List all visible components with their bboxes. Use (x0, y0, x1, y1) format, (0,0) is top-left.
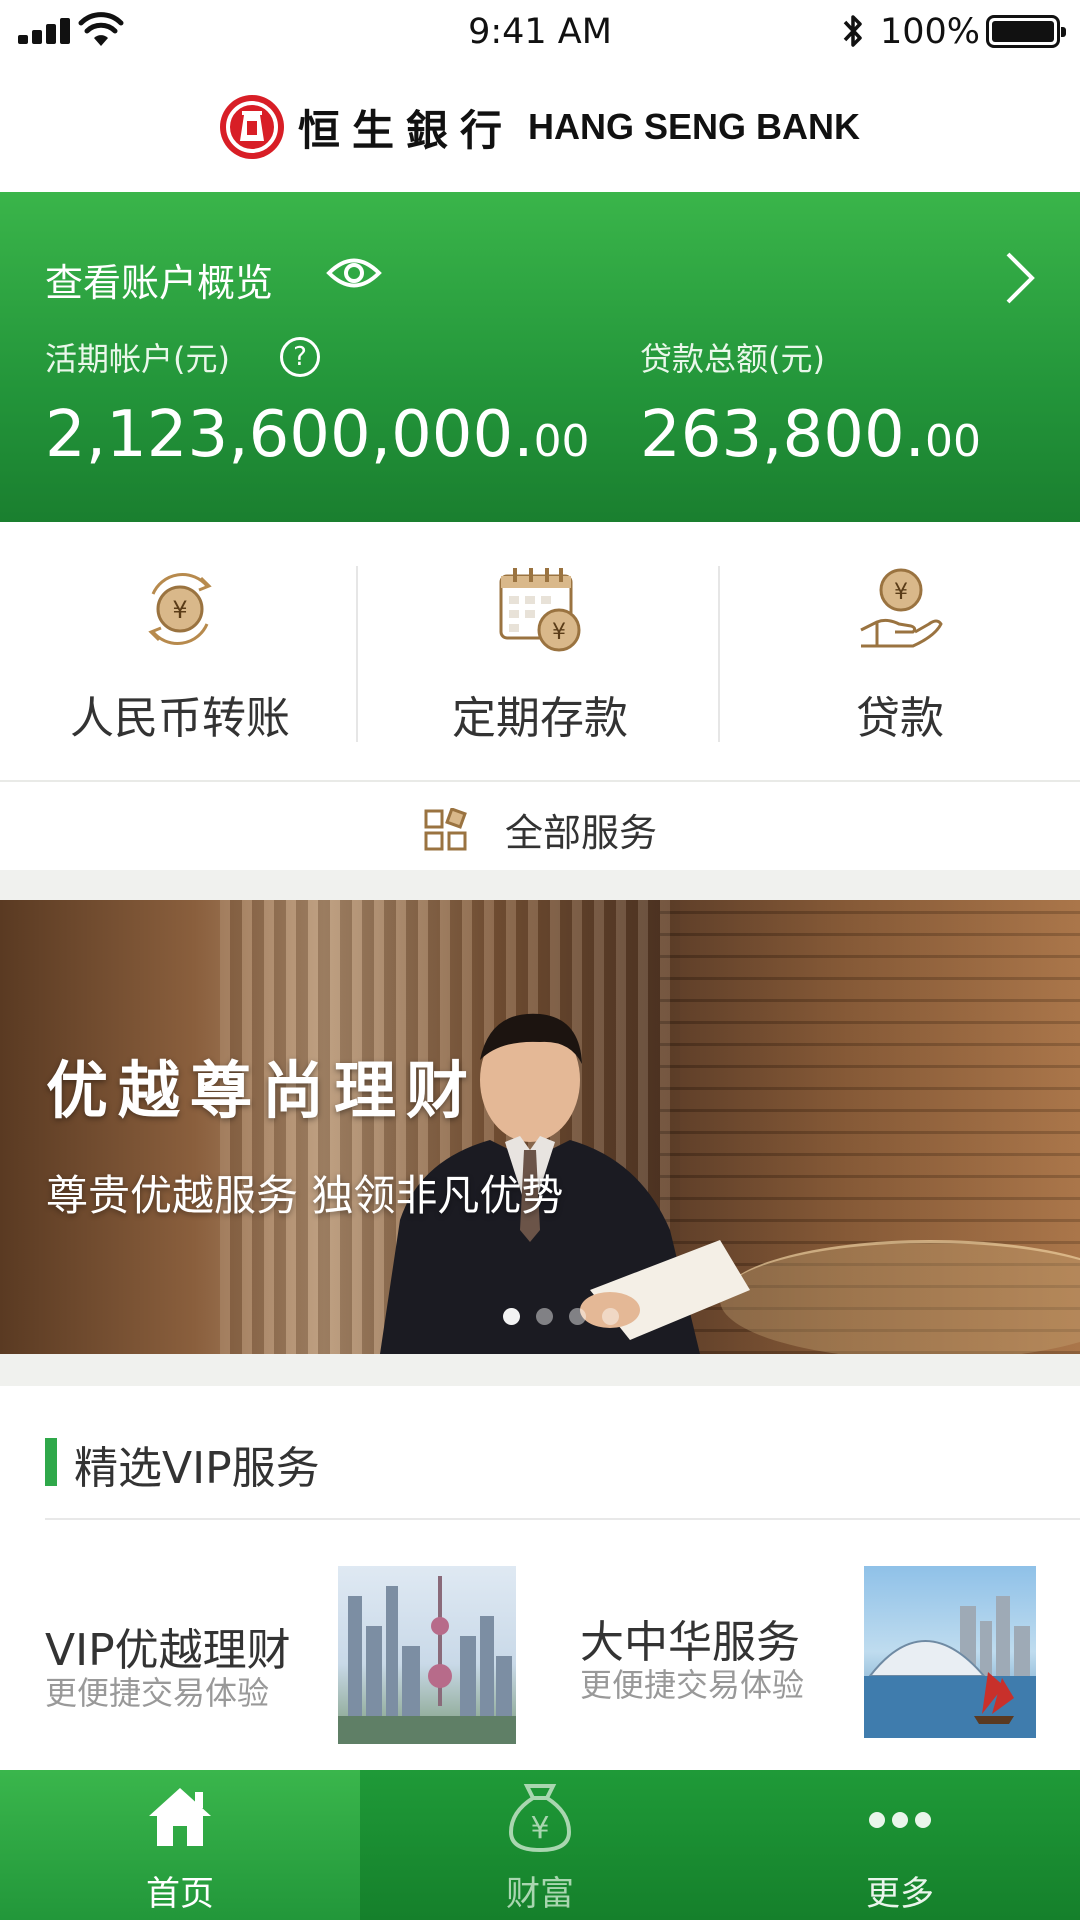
vip-section-title: 精选VIP服务 (74, 1443, 320, 1494)
fixed-deposit-label: 定期存款 (452, 693, 628, 744)
fixed-deposit-icon: ¥ (499, 568, 581, 652)
vip-services-section: 精选VIP服务 VIP优越理财 更便捷交易体验 大中华服务 更便捷交易体验 (0, 1386, 1080, 1770)
status-bar: 9:41 AM 100% (0, 0, 1080, 66)
tab-wealth[interactable]: ¥ 财富 (360, 1770, 720, 1920)
loan-total-balance: 263,800.00 (640, 398, 981, 472)
banner-title: 优越尊尚理财 (46, 1054, 479, 1127)
hang-seng-logo-icon (219, 95, 284, 159)
section-accent-bar (45, 1438, 57, 1486)
eye-icon[interactable] (326, 254, 382, 292)
loan-total-amount: 263,800. (640, 398, 925, 472)
carousel-dot[interactable] (569, 1308, 586, 1325)
battery-icon (986, 15, 1066, 48)
money-bag-icon: ¥ (508, 1784, 572, 1853)
account-summary-card[interactable]: 查看账户概览 活期帐户(元) ? 2,123,600,000.00 贷款总额(元… (0, 192, 1080, 522)
bank-logo: 恒生銀行 HANG SENG BANK (0, 92, 1080, 162)
bottom-tab-bar: 首页 ¥ 财富 更多 (0, 1770, 1080, 1920)
all-services-label: 全部服务 (504, 811, 657, 855)
loan-total-cents: 00 (925, 416, 981, 467)
carousel-indicator (503, 1308, 619, 1325)
logo-english-name: HANG SENG BANK (528, 106, 861, 147)
divider (45, 1518, 1080, 1520)
battery-percent: 100% (880, 12, 981, 52)
help-question-icon[interactable]: ? (280, 337, 320, 377)
tab-more[interactable]: 更多 (720, 1770, 1080, 1920)
home-icon (149, 1788, 211, 1846)
svg-text:¥: ¥ (552, 620, 566, 645)
more-dots-icon (869, 1812, 931, 1828)
grid-icon (424, 807, 467, 850)
fixed-deposit-button[interactable]: ¥ 定期存款 (360, 522, 720, 782)
current-account-amount: 2,123,600,000. (45, 398, 534, 472)
rmb-transfer-icon: ¥ (148, 573, 212, 645)
current-account-balance: 2,123,600,000.00 (45, 398, 590, 472)
section-spacer (0, 870, 1080, 900)
promo-banner[interactable]: 优越尊尚理财 尊贵优越服务 独领非凡优势 (0, 900, 1080, 1354)
tab-more-label: 更多 (866, 1874, 934, 1914)
section-spacer (0, 1354, 1080, 1386)
banner-subtitle: 尊贵优越服务 独领非凡优势 (46, 1171, 564, 1220)
chevron-right-icon[interactable] (1004, 250, 1036, 306)
loan-button[interactable]: ¥ 贷款 (720, 522, 1080, 782)
svg-text:¥: ¥ (894, 580, 908, 605)
carousel-dot[interactable] (536, 1308, 553, 1325)
hong-kong-harbour-image (864, 1566, 1036, 1738)
tab-home[interactable]: 首页 (0, 1770, 360, 1920)
tab-wealth-label: 财富 (506, 1874, 574, 1914)
bluetooth-icon (843, 15, 862, 47)
svg-text:¥: ¥ (172, 596, 187, 624)
loan-label: 贷款 (856, 693, 944, 744)
svg-text:¥: ¥ (530, 1811, 549, 1846)
greater-china-subtitle: 更便捷交易体验 (580, 1666, 805, 1704)
loan-total-label: 贷款总额(元) (640, 340, 825, 378)
all-services-button[interactable]: 全部服务 (0, 784, 1080, 870)
carousel-dot[interactable] (602, 1308, 619, 1325)
rmb-transfer-label: 人民币转账 (70, 693, 290, 744)
current-account-cents: 00 (533, 416, 590, 467)
rmb-transfer-button[interactable]: ¥ 人民币转账 (0, 522, 360, 782)
app-header: 恒生銀行 HANG SENG BANK (0, 66, 1080, 192)
tab-home-label: 首页 (146, 1874, 214, 1914)
carousel-dot-active[interactable] (503, 1308, 520, 1325)
quick-actions: ¥ 人民币转账 ¥ 定期存款 ¥ 贷款 (0, 522, 1080, 782)
current-account-label: 活期帐户(元) (45, 340, 230, 378)
vip-wealth-subtitle: 更便捷交易体验 (45, 1674, 270, 1712)
account-overview-title[interactable]: 查看账户概览 (45, 252, 273, 307)
divider (356, 566, 358, 742)
loan-icon: ¥ (860, 568, 943, 648)
shanghai-skyline-image (338, 1566, 516, 1744)
logo-chinese-name: 恒生銀行 (297, 105, 514, 155)
